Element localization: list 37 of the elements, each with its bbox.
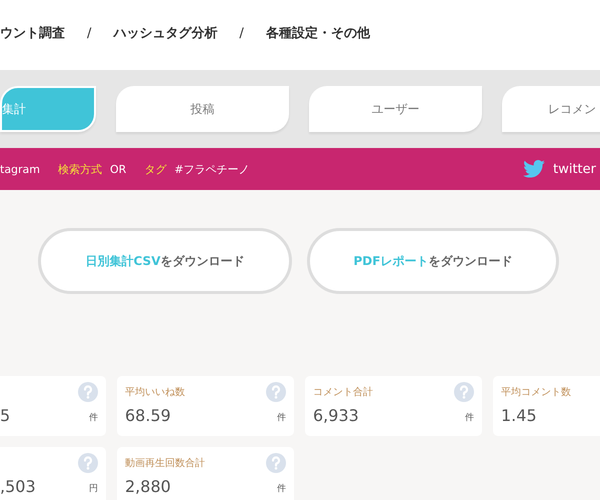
stat-label: 動画再生回数合計: [125, 456, 205, 470]
stat-value: 68.59: [125, 408, 171, 424]
help-icon[interactable]: [266, 453, 286, 473]
filter-value: OR: [110, 162, 126, 176]
breadcrumb-link[interactable]: 各種設定・その他: [266, 24, 370, 42]
tab[interactable]: レコメン: [502, 86, 600, 132]
help-icon[interactable]: [266, 382, 286, 402]
stat-unit: 件: [277, 482, 286, 495]
breadcrumb-separator: /: [239, 26, 244, 40]
stat-value: 2,880: [125, 479, 171, 495]
stat-value: 1.45: [501, 408, 537, 424]
help-icon[interactable]: [454, 382, 474, 402]
breadcrumb-link[interactable]: ハッシュタグ分析: [113, 24, 218, 42]
tab[interactable]: ユーザー: [309, 86, 482, 132]
stat-value: ,503: [0, 479, 36, 495]
help-icon[interactable]: [78, 382, 98, 402]
stat-unit: 件: [89, 412, 98, 424]
bird-icon: [523, 160, 546, 178]
download-button[interactable]: 日別集計CSVをダウンロード: [38, 228, 292, 294]
stat-value: 6,933: [313, 408, 359, 424]
tab[interactable]: 投稿: [116, 86, 289, 132]
breadcrumb-link[interactable]: ウント調査: [0, 24, 65, 42]
help-icon[interactable]: [78, 453, 98, 473]
filter-label: タグ: [144, 162, 166, 176]
stat-label: コメント合計: [313, 386, 373, 399]
stat-unit: 件: [465, 412, 474, 424]
filter-value: #フラペチーノ: [174, 162, 250, 176]
breadcrumb-separator: /: [87, 26, 92, 40]
stat-value: 5: [0, 408, 10, 424]
stat-label: 平均コメント数: [501, 386, 571, 399]
stat-unit: 件: [277, 412, 286, 424]
stat-label: 平均いいね数: [125, 386, 185, 399]
filter-value: tagram: [0, 162, 40, 176]
twitter-link[interactable]: twitter: [553, 162, 596, 176]
stat-unit: 円: [89, 483, 98, 495]
download-button[interactable]: PDFレポート をダウンロード: [307, 228, 559, 294]
filter-label: 検索方式: [58, 162, 102, 176]
